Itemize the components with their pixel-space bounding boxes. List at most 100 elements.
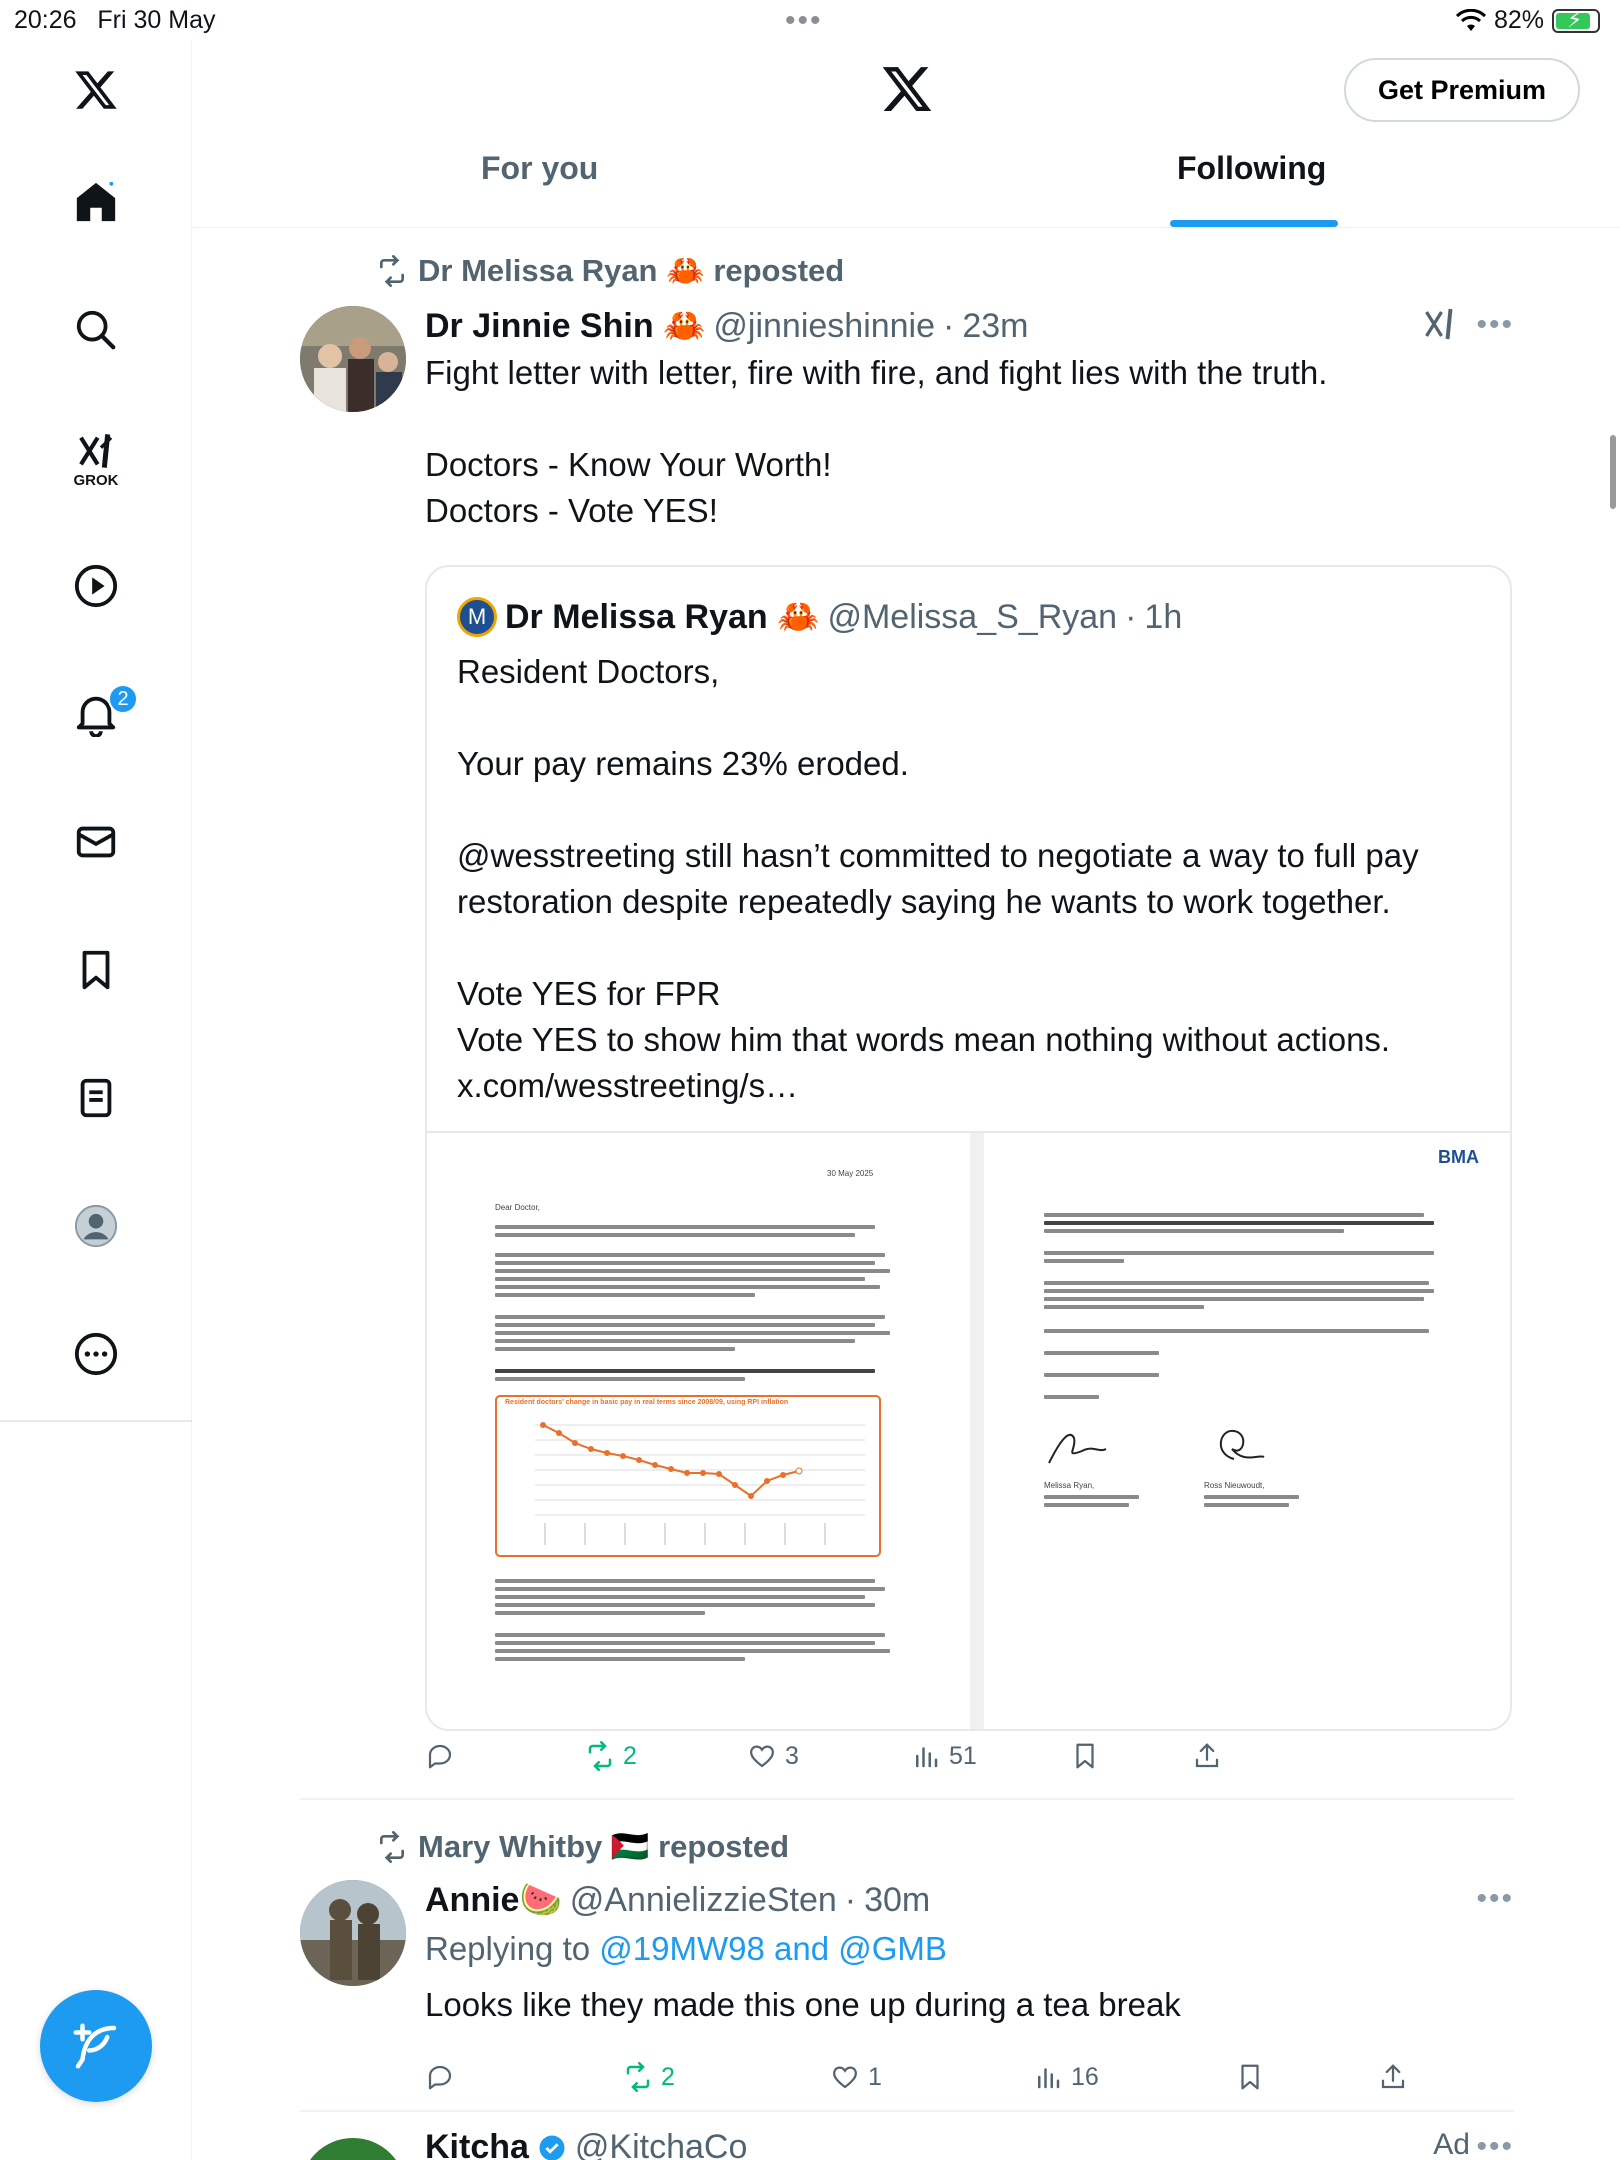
- notifications-bell-icon[interactable]: 2: [68, 684, 138, 742]
- battery-percent: 82%: [1493, 6, 1544, 34]
- home-icon[interactable]: [68, 174, 124, 230]
- post-actions: 2 1 16: [425, 2062, 1512, 2106]
- repost-by-label: Mary Whitby 🇵🇸 reposted: [418, 1829, 790, 1864]
- active-tab-indicator: [1170, 220, 1338, 227]
- quoted-post-text: Resident Doctors, Your pay remains 23% e…: [457, 653, 1419, 1104]
- repost-by-label: Dr Melissa Ryan 🦀 reposted: [418, 253, 845, 288]
- post-time[interactable]: 30m: [864, 1881, 930, 1920]
- author-avatar[interactable]: [300, 306, 406, 412]
- author-avatar[interactable]: [300, 1880, 406, 1986]
- get-premium-button[interactable]: Get Premium: [1343, 58, 1580, 122]
- messages-envelope-icon[interactable]: [68, 814, 124, 870]
- repost-icon: [380, 1830, 404, 1863]
- repost-indicator: Mary Whitby 🇵🇸 reposted: [376, 1828, 789, 1865]
- grok-label: GROK: [73, 472, 119, 489]
- sidebar: GROK 2: [0, 40, 192, 2160]
- dot-separator: ·: [1125, 597, 1137, 636]
- search-icon[interactable]: [68, 302, 124, 358]
- like-count: 3: [785, 1741, 799, 1770]
- signatory-1: Melissa Ryan,: [1044, 1481, 1095, 1490]
- quoted-post-time: 1h: [1144, 597, 1183, 636]
- post-more-icon[interactable]: •••: [1476, 2130, 1514, 2160]
- wifi-icon: [1455, 8, 1486, 31]
- post-actions: 2 3 51: [425, 1741, 1512, 1785]
- tab-following[interactable]: Following: [1177, 150, 1326, 187]
- author-name[interactable]: Annie🍉: [425, 1880, 562, 1920]
- post-text: Fight letter with letter, fire with fire…: [425, 354, 1328, 529]
- quoted-author-handle[interactable]: @Melissa_S_Ryan: [827, 598, 1117, 637]
- quoted-post[interactable]: M Dr Melissa Ryan 🦀 @Melissa_S_Ryan · 1h…: [425, 565, 1512, 1731]
- author-row: Dr Jinnie Shin 🦀 @jinnieshinnie · 23m: [425, 306, 1029, 346]
- share-icon: [1195, 1743, 1219, 1768]
- post-kitcha-ad[interactable]: Kitcha @KitchaCo Ad •••: [300, 2124, 1514, 2160]
- author-handle[interactable]: @AnnielizzieSten: [570, 1881, 837, 1920]
- pay-erosion-chart-thumbnail: [495, 1395, 881, 1557]
- quoted-author-row: M Dr Melissa Ryan 🦀 @Melissa_S_Ryan · 1h: [457, 597, 1182, 637]
- status-right: 82% ⚡: [1455, 6, 1600, 35]
- views-button[interactable]: 51: [911, 1741, 977, 1771]
- more-options-icon[interactable]: [68, 1326, 124, 1382]
- replying-to-link[interactable]: @19MW98 and @GMB: [599, 1930, 947, 1967]
- verified-badge-icon: [539, 2135, 565, 2160]
- like-button[interactable]: 3: [747, 1741, 799, 1771]
- video-play-icon[interactable]: [68, 558, 124, 614]
- lists-icon[interactable]: [68, 1070, 124, 1126]
- reply-icon: [428, 2065, 452, 2090]
- repost-count: 2: [623, 1741, 637, 1770]
- bookmark-button[interactable]: [1070, 1741, 1100, 1771]
- signature-ross: [1219, 1429, 1265, 1460]
- post-more-icon[interactable]: •••: [1476, 1882, 1514, 1916]
- repost-button[interactable]: 2: [585, 1741, 637, 1771]
- scrollbar-thumb[interactable]: [1610, 435, 1616, 509]
- views-button[interactable]: 16: [1033, 2062, 1099, 2092]
- letter-page-1-image[interactable]: 30 May 2025 Dear Doctor, Resident doctor…: [427, 1133, 970, 1729]
- bookmarks-icon[interactable]: [68, 942, 124, 998]
- post-time[interactable]: 23m: [962, 307, 1028, 346]
- notifications-badge: 2: [108, 684, 138, 714]
- bookmark-icon: [1076, 1743, 1094, 1769]
- dot-separator: ·: [943, 306, 955, 345]
- status-bar: 20:26 Fri 30 May ••• 82% ⚡: [0, 0, 1620, 40]
- author-handle[interactable]: @jinnieshinnie: [713, 307, 935, 346]
- bookmark-button[interactable]: [1235, 2062, 1265, 2092]
- share-button[interactable]: [1192, 1741, 1222, 1771]
- sidebar-divider: [0, 1420, 192, 1422]
- post-jinnie-shin[interactable]: Dr Melissa Ryan 🦀 reposted Dr Jinnie Shi…: [300, 252, 1514, 1800]
- post-more-icon[interactable]: •••: [1476, 308, 1514, 342]
- views-count: 16: [1071, 2062, 1099, 2091]
- battery-icon: ⚡: [1552, 7, 1600, 33]
- repost-indicator: Dr Melissa Ryan 🦀 reposted: [376, 252, 844, 289]
- multitask-dots-icon[interactable]: •••: [785, 4, 823, 38]
- quoted-author-name[interactable]: Dr Melissa Ryan 🦀: [505, 597, 819, 637]
- compose-feather-icon: [73, 2023, 117, 2069]
- like-button[interactable]: 1: [830, 2062, 882, 2092]
- author-avatar[interactable]: [300, 2138, 406, 2160]
- compose-post-button[interactable]: [40, 1990, 152, 2102]
- reply-button[interactable]: [425, 2062, 463, 2092]
- author-name[interactable]: Dr Jinnie Shin 🦀: [425, 306, 705, 346]
- replying-to-line: Replying to @19MW98 and @GMB: [425, 1930, 947, 1968]
- profile-avatar-icon[interactable]: [68, 1198, 124, 1254]
- dot-separator: ·: [844, 1880, 857, 1919]
- tab-for-you[interactable]: For you: [481, 150, 598, 187]
- repost-count: 2: [661, 2062, 675, 2091]
- timeline-header: Get Premium For you Following: [193, 40, 1620, 228]
- views-chart-icon: [1038, 2068, 1060, 2089]
- grok-explain-icon[interactable]: [1422, 306, 1458, 347]
- repost-icon: [380, 254, 404, 287]
- letter-salutation: Dear Doctor,: [495, 1203, 540, 1212]
- post-divider: [300, 1798, 1514, 1800]
- reply-button[interactable]: [425, 1741, 463, 1771]
- author-row: Annie🍉 @AnnielizzieSten · 30m: [425, 1880, 930, 1920]
- share-button[interactable]: [1378, 2062, 1408, 2092]
- grok-icon[interactable]: GROK: [68, 430, 124, 489]
- quoted-author-avatar[interactable]: M: [457, 597, 497, 637]
- repost-button[interactable]: 2: [623, 2062, 675, 2092]
- letter-chart-title: Resident doctors’ change in basic pay in…: [505, 1399, 789, 1406]
- author-row: Kitcha @KitchaCo: [425, 2128, 747, 2160]
- author-handle[interactable]: @KitchaCo: [575, 2128, 747, 2160]
- letter-page-2-image[interactable]: BMA Melissa Ryan, Ross Nieuwoudt,: [970, 1133, 1510, 1729]
- post-annie[interactable]: Mary Whitby 🇵🇸 reposted Annie🍉 @Annieliz…: [300, 1828, 1514, 2108]
- author-name[interactable]: Kitcha: [425, 2128, 529, 2160]
- x-logo-icon[interactable]: [68, 62, 124, 118]
